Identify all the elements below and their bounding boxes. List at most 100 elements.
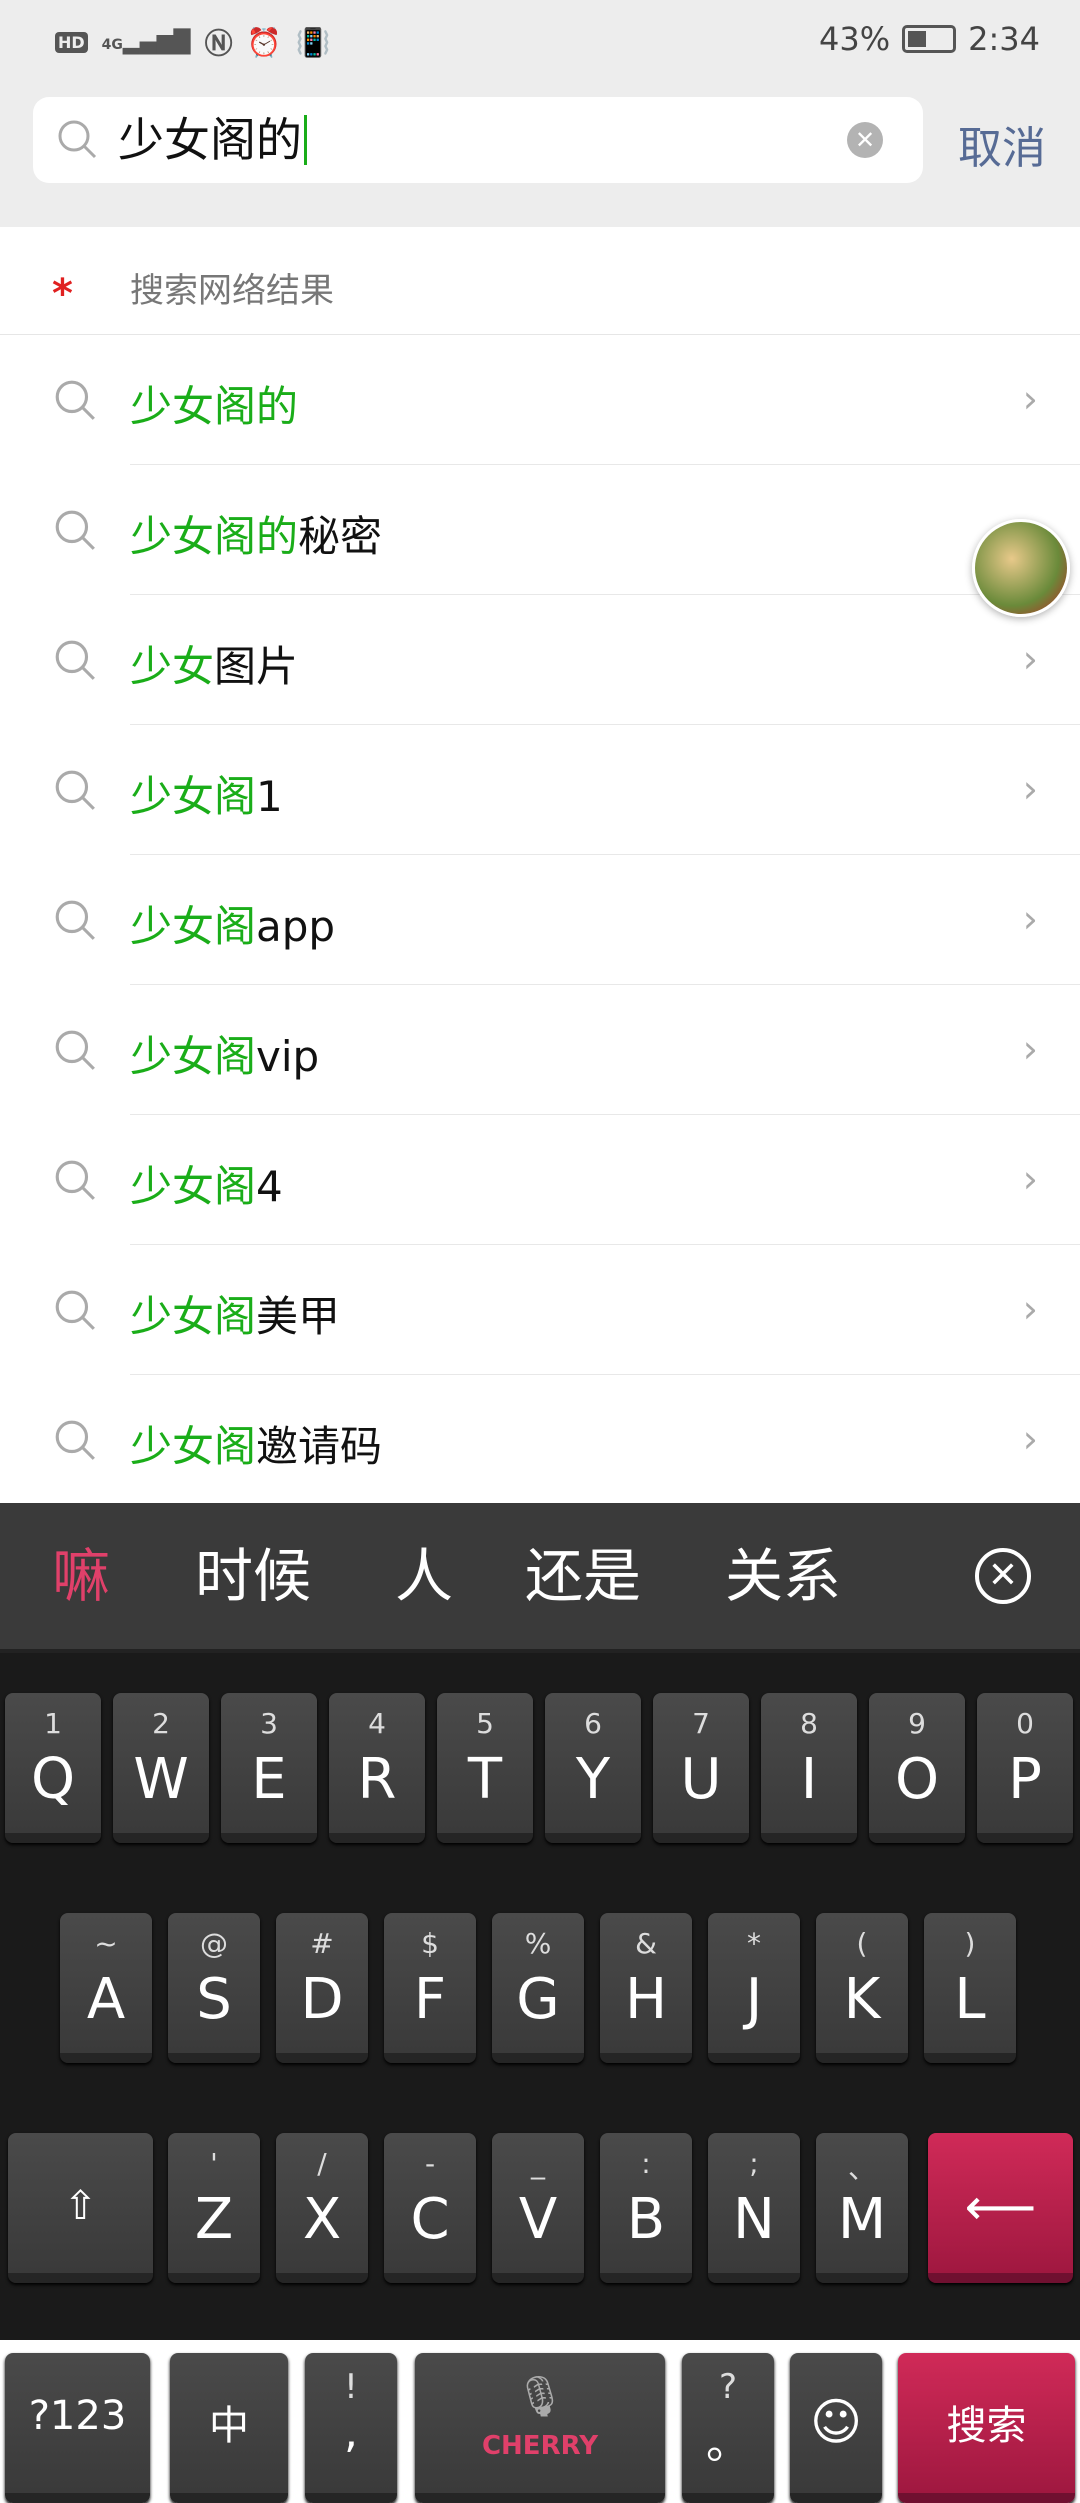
- key-x[interactable]: / X: [276, 2133, 368, 2283]
- microphone-icon: 🎙: [514, 2374, 566, 2420]
- shift-icon: ⇧: [63, 2183, 98, 2229]
- status-right: 43% 2:34: [819, 20, 1040, 58]
- candidate-bar: ✕ 嘛 时候 人 还是 关系: [0, 1503, 1080, 1653]
- candidate-word[interactable]: 人: [395, 1541, 453, 1611]
- suggestion-item[interactable]: 少女阁vip ›: [0, 985, 1080, 1115]
- suggestion-text: 少女图片: [130, 642, 299, 691]
- key-r[interactable]: 4R: [329, 1693, 425, 1843]
- clock: 2:34: [968, 20, 1040, 58]
- floating-avatar[interactable]: [972, 519, 1070, 617]
- suggestion-text: 少女阁app: [130, 902, 336, 951]
- key-m[interactable]: 、 M: [816, 2133, 908, 2283]
- search-icon: [55, 1290, 95, 1330]
- punct-key-2[interactable]: ?。: [682, 2353, 774, 2503]
- section-header-label: 搜索网络结果: [130, 271, 334, 311]
- suggestion-item[interactable]: 少女阁邀请码 ›: [0, 1375, 1080, 1505]
- key-k[interactable]: (K: [816, 1913, 908, 2063]
- backspace-icon: ⟵: [964, 2178, 1037, 2236]
- 4g-signal-icon: 4G▂▄▆█: [101, 29, 191, 55]
- suggestion-text: 少女阁4: [130, 1162, 283, 1211]
- key-e[interactable]: 3E: [221, 1693, 317, 1843]
- search-icon: [55, 900, 95, 940]
- key-b[interactable]: :B: [600, 2133, 692, 2283]
- keyboard: ✕ 嘛 时候 人 还是 关系 1 Q 2 W 3 E 4 R 5 T 6 Y 7 U 8 I 9 O 0 P ~ A @ S # D $ F%…: [0, 1503, 1080, 2503]
- suggestion-item[interactable]: 少女阁app ›: [0, 855, 1080, 985]
- search-key[interactable]: 搜索: [898, 2353, 1075, 2503]
- key-g[interactable]: % G: [492, 1913, 584, 2063]
- suggestion-item[interactable]: 少女阁的秘密 ›: [0, 465, 1080, 595]
- key-i[interactable]: 8I: [761, 1693, 857, 1843]
- backspace-key[interactable]: ⟵: [928, 2133, 1073, 2283]
- search-icon: [55, 1030, 95, 1070]
- cancel-button[interactable]: 取消: [958, 112, 1046, 176]
- candidate-word[interactable]: 还是: [525, 1541, 641, 1611]
- symbols-key[interactable]: ?123: [5, 2353, 150, 2503]
- key-o[interactable]: 9O: [869, 1693, 965, 1843]
- emoji-icon: ☺: [809, 2393, 863, 2451]
- key-p[interactable]: 0P: [977, 1693, 1073, 1843]
- search-input[interactable]: 少女阁的 ✕: [33, 97, 923, 183]
- candidate-word[interactable]: 嘛: [52, 1541, 110, 1611]
- suggestion-text: 少女阁的: [130, 382, 299, 431]
- suggestion-item[interactable]: 少女阁的 ›: [0, 335, 1080, 465]
- key-s[interactable]: @ S: [168, 1913, 260, 2063]
- chevron-right-icon: ›: [1022, 637, 1038, 681]
- suggestion-item[interactable]: 少女阁美甲 ›: [0, 1245, 1080, 1375]
- key-w[interactable]: 2W: [113, 1693, 209, 1843]
- suggestion-text: 少女阁邀请码: [130, 1422, 383, 1471]
- top-area: HD 4G▂▄▆█ Ⓝ ⏰ 📳 43% 2:34 少女阁的 ✕ 取消: [0, 0, 1080, 227]
- punct-key[interactable]: !,: [305, 2353, 397, 2503]
- key-c[interactable]: -C: [384, 2133, 476, 2283]
- emoji-key[interactable]: ☺: [790, 2353, 882, 2503]
- suggestion-text: 少女阁美甲: [130, 1292, 341, 1341]
- clear-icon[interactable]: ✕: [847, 122, 883, 158]
- suggestion-item[interactable]: 少女阁1 ›: [0, 725, 1080, 855]
- space-key[interactable]: 🎙 CHERRY: [415, 2353, 665, 2503]
- status-icons: HD 4G▂▄▆█ Ⓝ ⏰ 📳: [55, 22, 330, 62]
- candidate-word[interactable]: 关系: [725, 1541, 841, 1611]
- vibrate-icon: 📳: [295, 25, 331, 59]
- key-j[interactable]: * J: [708, 1913, 800, 2063]
- nfc-icon: Ⓝ: [204, 27, 233, 60]
- chevron-right-icon: ›: [1022, 897, 1038, 941]
- suggestion-item[interactable]: 少女阁4 ›: [0, 1115, 1080, 1245]
- language-key[interactable]: 中: [170, 2353, 288, 2503]
- key-a[interactable]: ~ A: [60, 1913, 152, 2063]
- chevron-right-icon: ›: [1022, 1287, 1038, 1331]
- search-icon: [55, 1160, 95, 1200]
- chevron-right-icon: ›: [1022, 377, 1038, 421]
- web-search-icon: ⁎: [52, 260, 73, 306]
- search-icon: [58, 120, 97, 159]
- suggestion-item[interactable]: 少女图片 ›: [0, 595, 1080, 725]
- hd-icon: HD: [55, 31, 88, 53]
- key-f[interactable]: $ F: [384, 1913, 476, 2063]
- key-z[interactable]: ' Z: [168, 2133, 260, 2283]
- search-icon: [55, 1420, 95, 1460]
- key-d[interactable]: # D: [276, 1913, 368, 2063]
- key-y[interactable]: 6Y: [545, 1693, 641, 1843]
- candidate-word[interactable]: 时候: [195, 1541, 311, 1611]
- search-icon: [55, 510, 95, 550]
- key-v[interactable]: _ V: [492, 2133, 584, 2283]
- key-h[interactable]: & H: [600, 1913, 692, 2063]
- chevron-right-icon: ›: [1022, 767, 1038, 811]
- key-n[interactable]: ; N: [708, 2133, 800, 2283]
- suggestion-text: 少女阁1: [130, 772, 283, 821]
- battery-percent: 43%: [819, 20, 891, 58]
- search-icon: [55, 380, 95, 420]
- alarm-icon: ⏰: [246, 25, 282, 59]
- search-icon: [55, 640, 95, 680]
- key-t[interactable]: 5T: [437, 1693, 533, 1843]
- search-text: 少女阁的: [118, 115, 307, 165]
- chevron-right-icon: ›: [1022, 1417, 1038, 1461]
- section-header: ⁎ 搜索网络结果: [0, 227, 1080, 335]
- suggestion-text: 少女阁的秘密: [130, 512, 383, 561]
- close-candidates-icon[interactable]: ✕: [975, 1548, 1031, 1604]
- battery-icon: [902, 25, 957, 53]
- key-l[interactable]: ) L: [924, 1913, 1016, 2063]
- key-u[interactable]: 7U: [653, 1693, 749, 1843]
- search-icon: [55, 770, 95, 810]
- key-q[interactable]: 1Q: [5, 1693, 101, 1843]
- shift-key[interactable]: ⇧: [8, 2133, 153, 2283]
- suggestion-text: 少女阁vip: [130, 1032, 320, 1081]
